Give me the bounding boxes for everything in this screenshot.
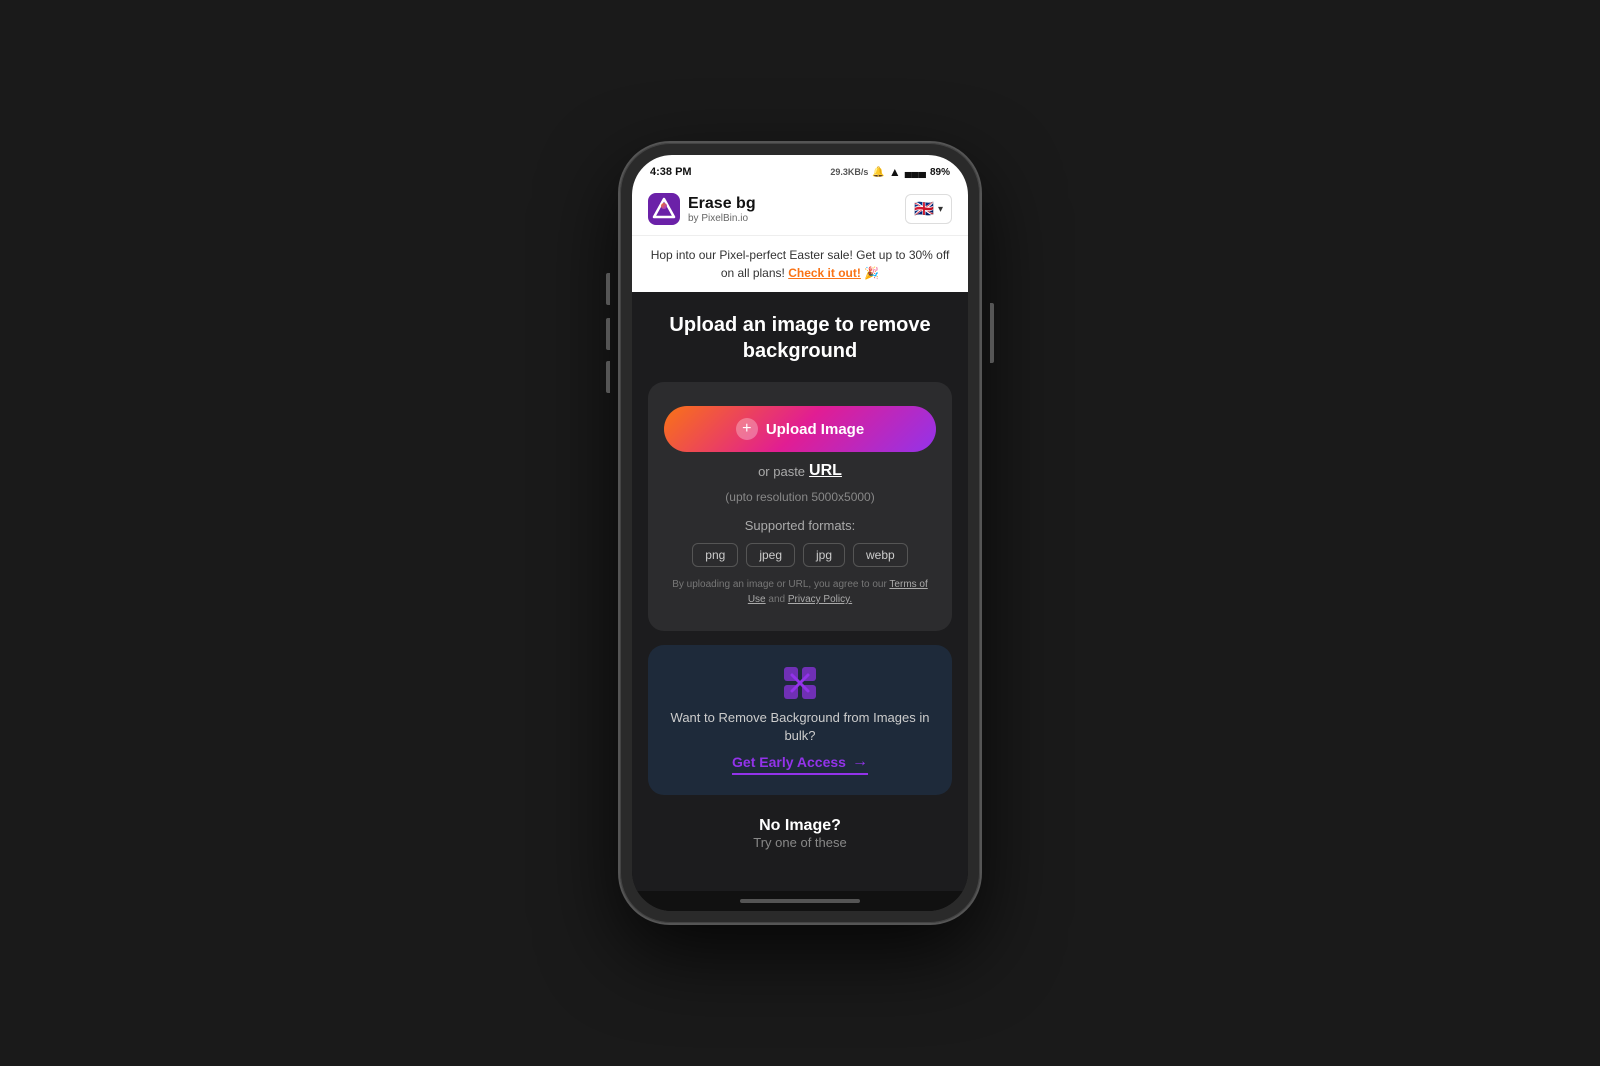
format-jpeg: jpeg [746,543,795,567]
format-png: png [692,543,738,567]
upload-image-button[interactable]: + Upload Image [664,406,936,452]
early-access-button[interactable]: Get Early Access → [732,753,868,775]
app-logo-icon [648,193,680,225]
main-content: Upload an image to remove background + U… [632,292,968,891]
flag-icon: 🇬🇧 [914,199,934,219]
plus-icon: + [736,418,758,440]
promo-banner: Hop into our Pixel-perfect Easter sale! … [632,235,968,292]
or-paste-text: or paste [758,464,805,479]
chevron-down-icon: ▾ [938,204,943,215]
logo-text: Erase bg by PixelBin.io [688,195,756,224]
url-link[interactable]: URL [809,462,842,480]
no-image-section: No Image? Try one of these [648,809,952,858]
status-time: 4:38 PM [650,166,692,178]
signal-icon: ▄▄▄ [905,167,926,178]
home-indicator [632,891,968,911]
upload-card: + Upload Image or paste URL (upto resolu… [648,382,952,631]
upload-button-label: Upload Image [766,421,864,438]
no-image-title: No Image? [648,817,952,835]
resolution-text: (upto resolution 5000x5000) [725,490,874,504]
home-bar [740,899,860,903]
promo-link[interactable]: Check it out! [788,266,861,280]
phone-screen: 4:38 PM 29.3KB/s 🔔 ▲ ▄▄▄ 89% [632,155,968,911]
battery-text: 89% [930,167,950,178]
supported-formats-label: Supported formats: [745,518,856,533]
app-by: by PixelBin.io [688,213,756,224]
format-jpg: jpg [803,543,845,567]
format-webp: webp [853,543,908,567]
terms-and: and [768,594,787,605]
phone-frame: 4:38 PM 29.3KB/s 🔔 ▲ ▄▄▄ 89% [620,143,980,923]
logo-area: Erase bg by PixelBin.io [648,193,756,225]
status-icons: 29.3KB/s 🔔 ▲ ▄▄▄ 89% [830,165,950,179]
app-name: Erase bg [688,195,756,213]
arrow-right-icon: → [852,753,868,771]
bluetooth-icon: ▲ [889,165,901,179]
privacy-link[interactable]: Privacy Policy. [788,594,852,605]
terms-text: By uploading an image or URL, you agree … [664,577,936,607]
alarm-icon: 🔔 [872,167,884,178]
promo-emoji: 🎉 [864,266,879,280]
early-access-label: Get Early Access [732,754,846,770]
try-text: Try one of these [648,835,952,850]
terms-intro: By uploading an image or URL, you agree … [672,579,887,590]
bulk-icon [782,665,818,701]
page-title: Upload an image to remove background [648,308,952,368]
format-tags: png jpeg jpg webp [692,543,907,567]
bulk-text: Want to Remove Background from Images in… [664,709,936,745]
app-header: Erase bg by PixelBin.io 🇬🇧 ▾ [632,185,968,235]
battery-icon: 89% [930,167,950,178]
bulk-section: Want to Remove Background from Images in… [648,645,952,795]
status-bar: 4:38 PM 29.3KB/s 🔔 ▲ ▄▄▄ 89% [632,155,968,185]
language-selector[interactable]: 🇬🇧 ▾ [905,194,952,224]
network-info: 29.3KB/s [830,167,868,177]
or-paste-row: or paste URL [758,462,842,480]
